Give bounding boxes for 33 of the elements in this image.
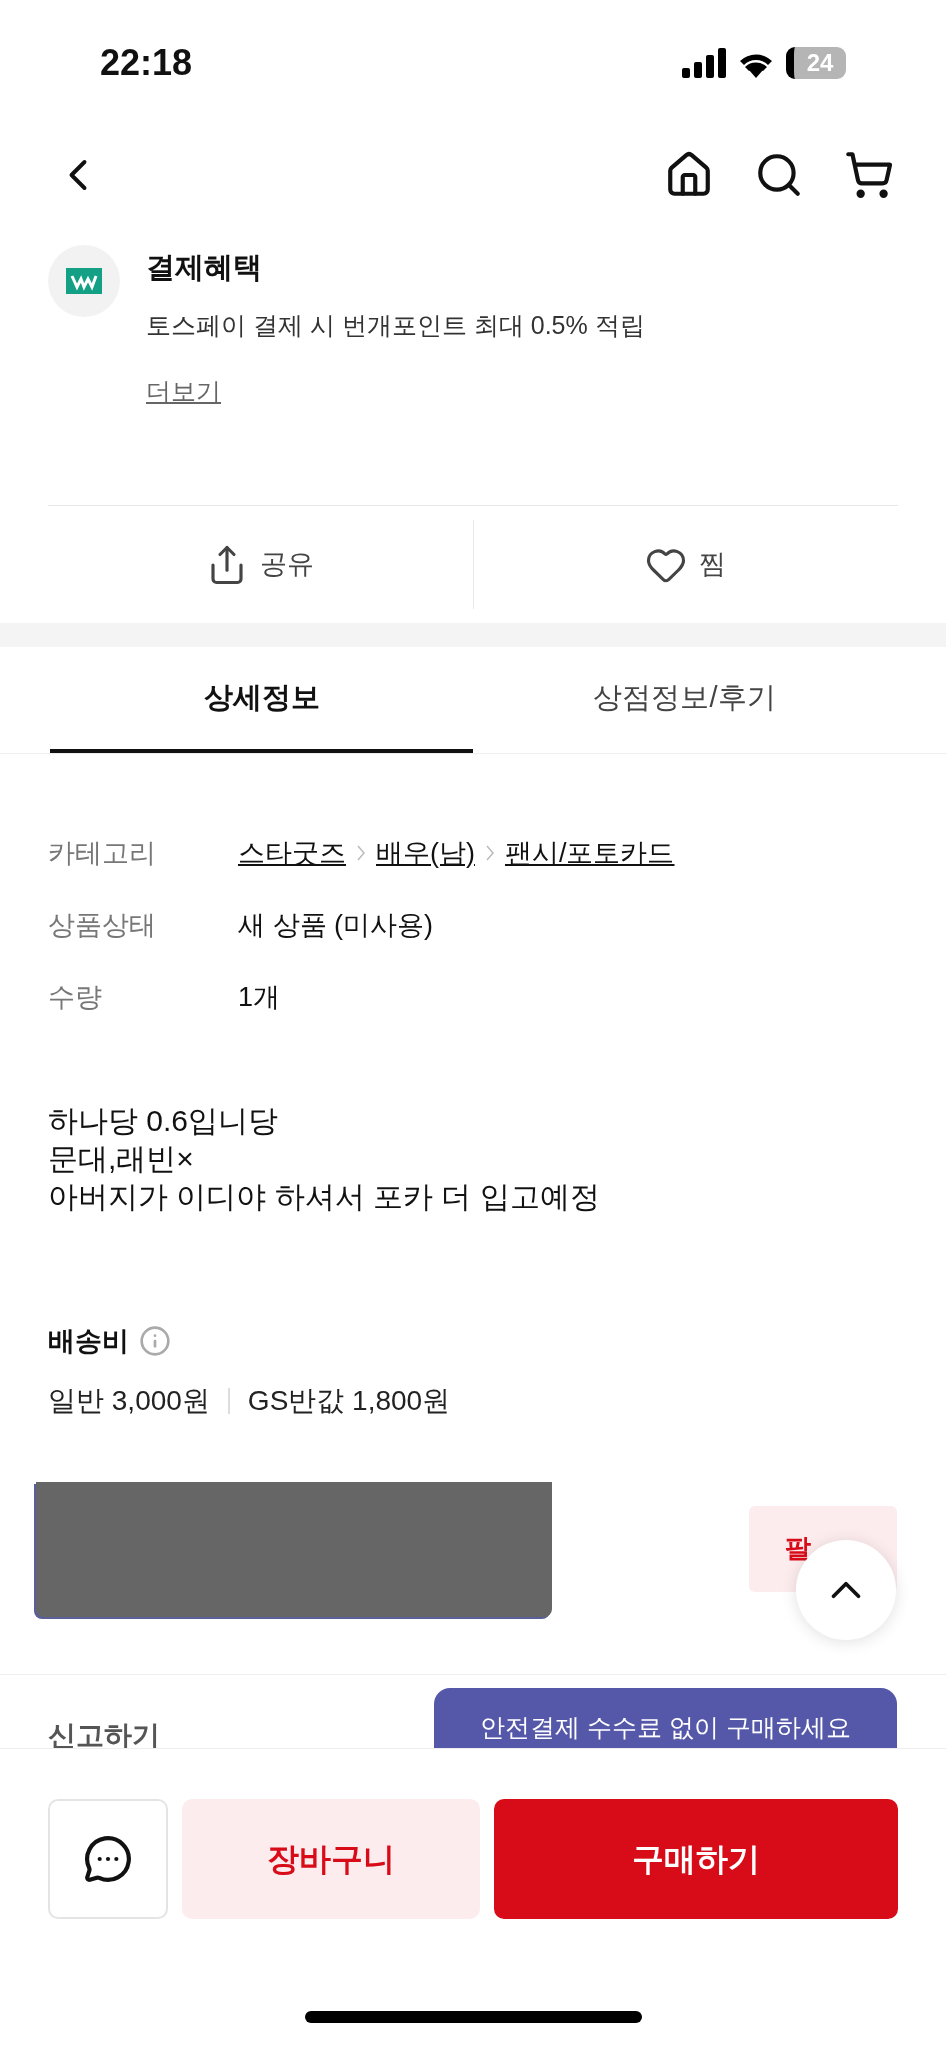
info-label: 카테고리	[48, 836, 157, 870]
category-link[interactable]: 배우(남)	[376, 832, 475, 874]
description-line: 아버지가 이디야 하셔서 포카 더 입고예정	[48, 1179, 601, 1215]
chevron-right-icon	[485, 844, 495, 862]
cart-icon[interactable]	[844, 150, 894, 200]
more-link[interactable]: 더보기	[146, 372, 221, 410]
chat-button[interactable]	[48, 1799, 168, 1919]
category-link[interactable]: 팬시/포토카드	[505, 832, 675, 874]
shipping-option: GS반값 1,800원	[247, 1379, 451, 1422]
chevron-right-icon	[356, 844, 366, 862]
signal-icon	[682, 47, 726, 78]
category-link[interactable]: 스타굿즈	[238, 832, 346, 874]
shipping-title: 배송비	[48, 1325, 129, 1358]
tab[interactable]: 상점정보/후기	[473, 647, 896, 753]
report-link[interactable]: 신고하기	[48, 1719, 160, 1751]
buy-button[interactable]: 구매하기	[494, 1799, 898, 1919]
description-line: 문대,래빈×	[48, 1141, 195, 1177]
shipping-option: 일반 3,000원	[48, 1379, 210, 1422]
battery-indicator: 24	[786, 46, 846, 79]
info-icon	[139, 1325, 171, 1358]
benefit-text: 토스페이 결제 시 번개포인트 최대 0.5% 적립	[146, 310, 645, 341]
info-value: 1개	[238, 980, 281, 1014]
cart-button[interactable]: 장바구니	[182, 1799, 480, 1919]
benefit-title: 결제혜택	[146, 250, 263, 285]
info-label: 수량	[48, 980, 103, 1014]
tab[interactable]: 상세정보	[50, 647, 473, 753]
chat-bubble-icon	[83, 1834, 133, 1884]
info-label: 상품상태	[48, 908, 157, 942]
info-value: 새 상품 (미사용)	[238, 908, 433, 942]
like-button[interactable]: 찜	[473, 506, 898, 623]
description-line: 하나당 0.6입니당	[48, 1103, 280, 1139]
share-button[interactable]: 공유	[48, 520, 474, 609]
status-time: 22:18	[100, 40, 193, 85]
